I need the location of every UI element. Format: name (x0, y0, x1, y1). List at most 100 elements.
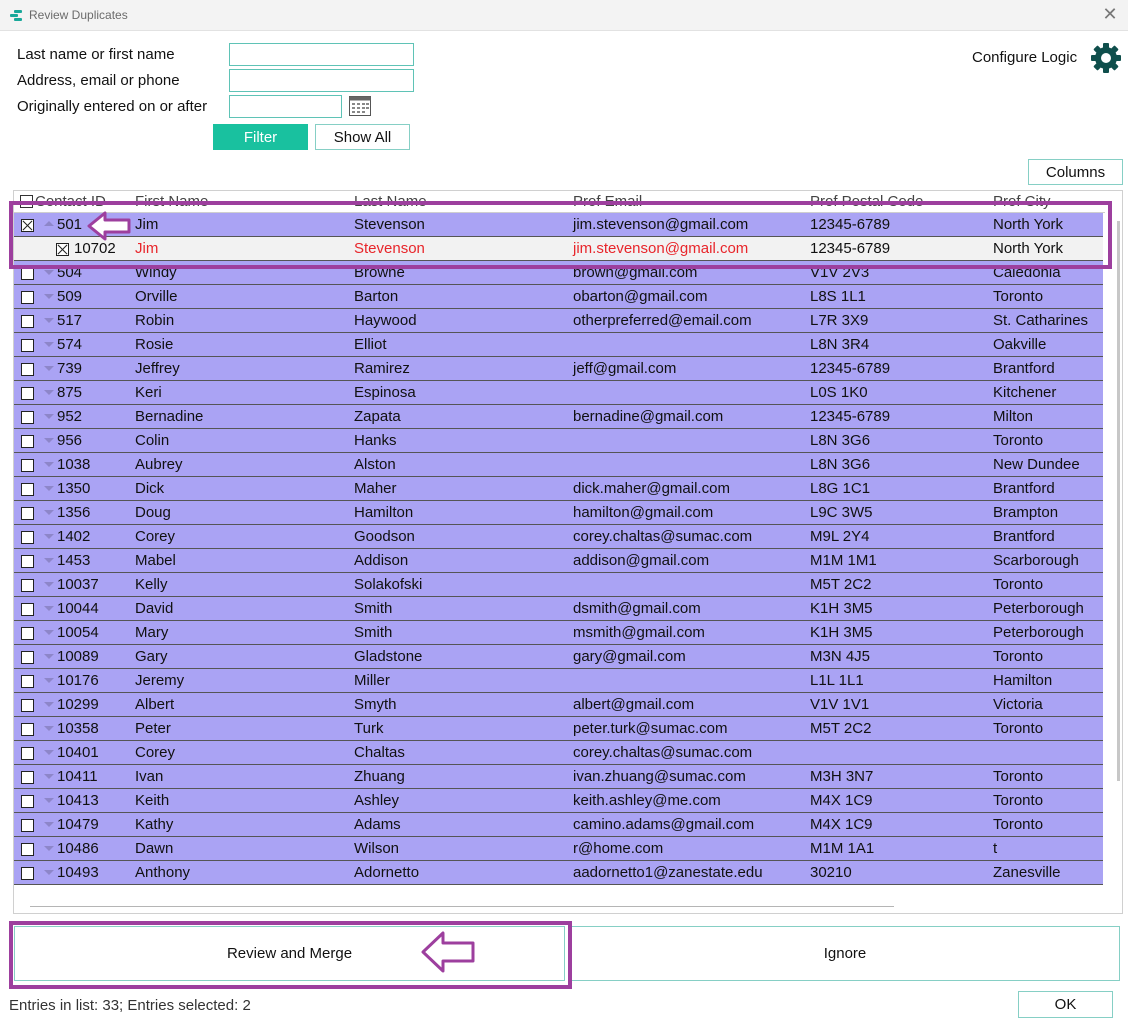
expand-icon[interactable] (44, 558, 54, 563)
table-row[interactable]: 875 Keri Espinosa L0S 1K0 Kitchener (14, 381, 1103, 405)
row-checkbox[interactable] (21, 435, 34, 448)
row-checkbox[interactable] (21, 507, 34, 520)
expand-icon[interactable] (44, 462, 54, 467)
row-checkbox[interactable] (21, 795, 34, 808)
row-checkbox[interactable] (21, 579, 34, 592)
row-checkbox[interactable] (21, 651, 34, 664)
row-checkbox[interactable] (56, 243, 69, 256)
vertical-scrollbar[interactable] (1117, 221, 1120, 781)
table-row[interactable]: 509 Orville Barton obarton@gmail.com L8S 1L1… (14, 285, 1103, 309)
table-row[interactable]: 574 Rosie Elliot L8N 3R4 Oakville (14, 333, 1103, 357)
collapse-icon[interactable] (44, 221, 54, 226)
expand-icon[interactable] (44, 294, 54, 299)
table-row[interactable]: 10702 Jim Stevenson jim.stevenson@gmail.com… (14, 237, 1103, 261)
table-row[interactable]: 1453 Mabel Addison addison@gmail.com M1M 1M1… (14, 549, 1103, 573)
header-prof-postal-code[interactable]: Prof Postal Code (810, 193, 923, 210)
row-checkbox[interactable] (21, 459, 34, 472)
header-first-name[interactable]: First Name (135, 193, 208, 210)
table-row[interactable]: 10037 Kelly Solakofski M5T 2C2 Toronto (14, 573, 1103, 597)
gear-icon[interactable] (1090, 42, 1122, 74)
close-icon[interactable]: ✕ (1100, 4, 1120, 24)
table-row[interactable]: 1350 Dick Maher dick.maher@gmail.com L8G 1C1… (14, 477, 1103, 501)
header-last-name[interactable]: Last Name (354, 193, 427, 210)
row-checkbox[interactable] (21, 723, 34, 736)
filter-button[interactable]: Filter (213, 124, 308, 150)
expand-icon[interactable] (44, 654, 54, 659)
table-row[interactable]: 10486 Dawn Wilson r@home.com M1M 1A1 t (14, 837, 1103, 861)
expand-icon[interactable] (44, 870, 54, 875)
row-checkbox[interactable] (21, 867, 34, 880)
expand-icon[interactable] (44, 678, 54, 683)
expand-icon[interactable] (44, 534, 54, 539)
table-row[interactable]: 501 Jim Stevenson jim.stevenson@gmail.com 12… (14, 213, 1103, 237)
table-row[interactable]: 10054 Mary Smith msmith@gmail.com K1H 3M5 Pet… (14, 621, 1103, 645)
expand-icon[interactable] (44, 390, 54, 395)
expand-icon[interactable] (44, 318, 54, 323)
table-row[interactable]: 739 Jeffrey Ramirez jeff@gmail.com 12345-678… (14, 357, 1103, 381)
table-row[interactable]: 10089 Gary Gladstone gary@gmail.com M3N 4J5 T… (14, 645, 1103, 669)
expand-icon[interactable] (44, 630, 54, 635)
table-row[interactable]: 10044 David Smith dsmith@gmail.com K1H 3M5 Pe… (14, 597, 1103, 621)
expand-icon[interactable] (44, 798, 54, 803)
row-checkbox[interactable] (21, 699, 34, 712)
expand-icon[interactable] (44, 366, 54, 371)
horizontal-scrollbar[interactable] (30, 906, 894, 907)
row-checkbox[interactable] (21, 675, 34, 688)
review-and-merge-button[interactable]: Review and Merge (14, 926, 565, 981)
row-checkbox[interactable] (21, 363, 34, 376)
expand-icon[interactable] (44, 510, 54, 515)
table-row[interactable]: 517 Robin Haywood otherpreferred@email.com L… (14, 309, 1103, 333)
row-checkbox[interactable] (21, 603, 34, 616)
row-checkbox[interactable] (21, 555, 34, 568)
expand-icon[interactable] (44, 414, 54, 419)
row-checkbox[interactable] (21, 315, 34, 328)
expand-icon[interactable] (44, 438, 54, 443)
table-row[interactable]: 1038 Aubrey Alston L8N 3G6 New Dundee (14, 453, 1103, 477)
row-checkbox[interactable] (21, 267, 34, 280)
show-all-button[interactable]: Show All (315, 124, 410, 150)
expand-icon[interactable] (44, 822, 54, 827)
columns-button[interactable]: Columns (1028, 159, 1123, 185)
row-checkbox[interactable] (21, 339, 34, 352)
header-contact-id[interactable]: Contact ID (35, 193, 106, 210)
table-row[interactable]: 504 Windy Browne brown@gmail.com V1V 2V3 Cale… (14, 261, 1103, 285)
expand-icon[interactable] (44, 846, 54, 851)
row-checkbox[interactable] (21, 843, 34, 856)
expand-icon[interactable] (44, 486, 54, 491)
row-checkbox[interactable] (21, 771, 34, 784)
expand-icon[interactable] (44, 702, 54, 707)
name-filter-input[interactable] (229, 43, 414, 66)
calendar-icon[interactable] (349, 96, 371, 116)
row-checkbox[interactable] (21, 219, 34, 232)
row-checkbox[interactable] (21, 747, 34, 760)
expand-icon[interactable] (44, 270, 54, 275)
row-checkbox[interactable] (21, 531, 34, 544)
header-prof-city[interactable]: Prof City (993, 193, 1051, 210)
header-prof-email[interactable]: Prof Email (573, 193, 642, 210)
table-row[interactable]: 956 Colin Hanks L8N 3G6 Toronto (14, 429, 1103, 453)
table-row[interactable]: 10401 Corey Chaltas corey.chaltas@sumac.com (14, 741, 1103, 765)
table-row[interactable]: 10493 Anthony Adornetto aadornetto1@zanesta… (14, 861, 1103, 885)
table-row[interactable]: 10358 Peter Turk peter.turk@sumac.com M5T 2C… (14, 717, 1103, 741)
configure-logic-label[interactable]: Configure Logic (972, 49, 1077, 66)
table-row[interactable]: 10413 Keith Ashley keith.ashley@me.com M4X 1… (14, 789, 1103, 813)
table-row[interactable]: 10479 Kathy Adams camino.adams@gmail.com M4X… (14, 813, 1103, 837)
expand-icon[interactable] (44, 750, 54, 755)
row-checkbox[interactable] (21, 411, 34, 424)
expand-icon[interactable] (44, 726, 54, 731)
table-row[interactable]: 10411 Ivan Zhuang ivan.zhuang@sumac.com M3H … (14, 765, 1103, 789)
select-all-checkbox[interactable] (20, 195, 33, 208)
table-row[interactable]: 10299 Albert Smyth albert@gmail.com V1V 1V1 V… (14, 693, 1103, 717)
ignore-button[interactable]: Ignore (570, 926, 1120, 981)
table-row[interactable]: 1402 Corey Goodson corey.chaltas@sumac.com M… (14, 525, 1103, 549)
contact-filter-input[interactable] (229, 69, 414, 92)
row-checkbox[interactable] (21, 291, 34, 304)
expand-icon[interactable] (44, 582, 54, 587)
row-checkbox[interactable] (21, 387, 34, 400)
expand-icon[interactable] (44, 774, 54, 779)
row-checkbox[interactable] (21, 627, 34, 640)
date-filter-input[interactable] (229, 95, 342, 118)
expand-icon[interactable] (44, 606, 54, 611)
row-checkbox[interactable] (21, 819, 34, 832)
row-checkbox[interactable] (21, 483, 34, 496)
